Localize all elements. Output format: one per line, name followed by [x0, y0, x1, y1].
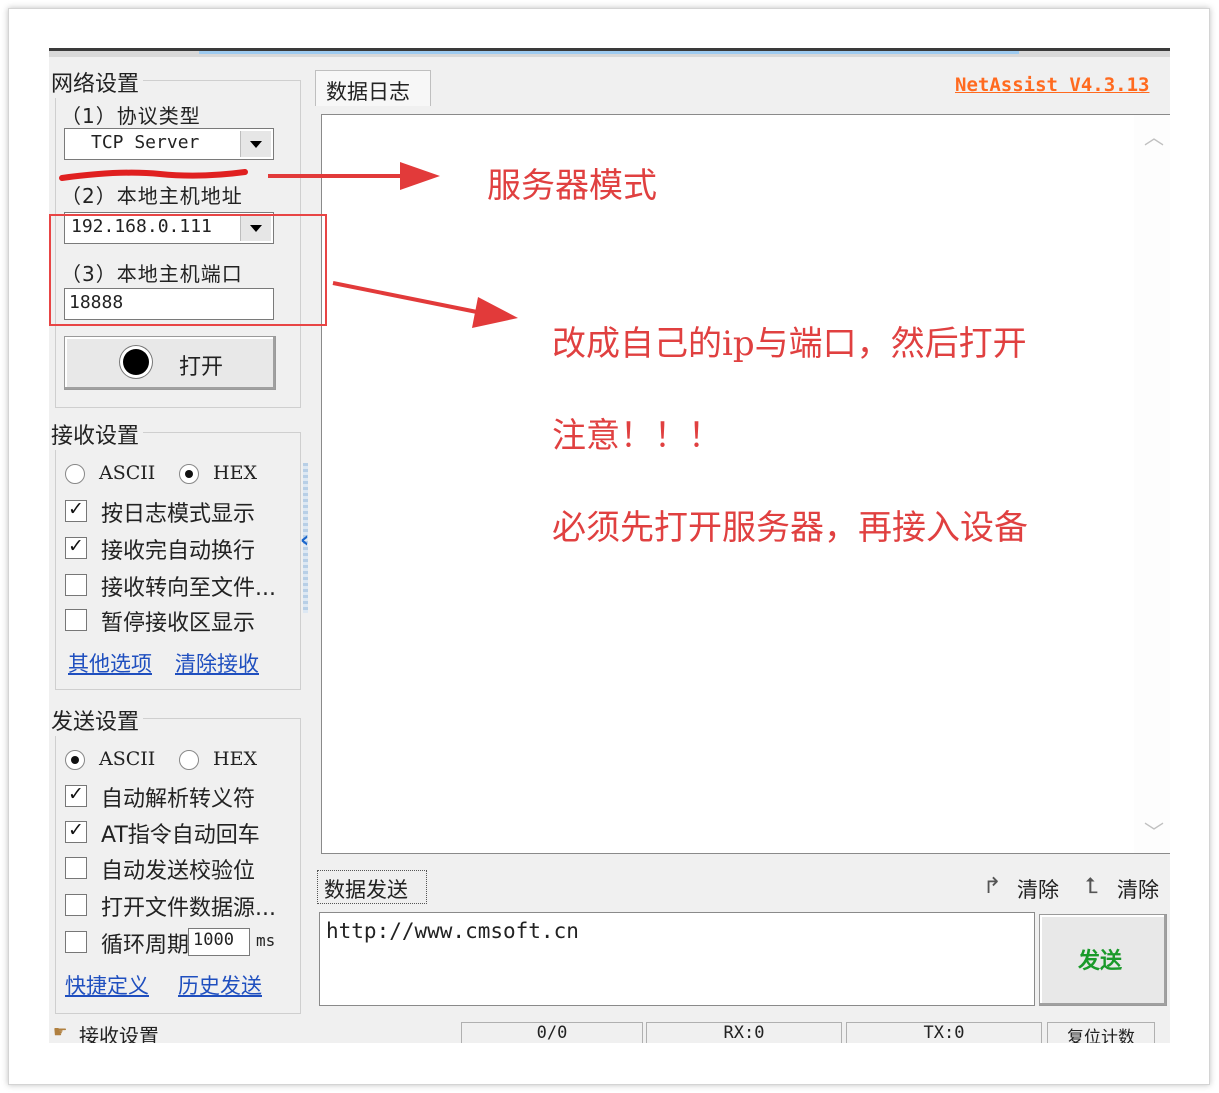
open-button[interactable]: 打开 [64, 336, 276, 390]
clear-send-button[interactable]: 清除 [1017, 874, 1059, 904]
send-ascii-label: ASCII [99, 748, 156, 770]
data-log-area[interactable]: ︿ ﹀ [321, 114, 1170, 854]
auto-newline-label: 接收完自动换行 [101, 539, 256, 564]
network-settings-title: 网络设置 [51, 66, 144, 98]
log-mode-checkbox[interactable] [65, 498, 87, 522]
panel-splitter[interactable]: ‹ [299, 463, 313, 613]
send-ascii-radio[interactable] [65, 750, 85, 770]
annotation-server-mode: 服务器模式 [487, 166, 657, 206]
history-send-link[interactable]: 历史发送 [178, 970, 262, 1000]
clear-receive-link[interactable]: 清除接收 [175, 648, 259, 678]
protocol-select[interactable]: TCP Server [64, 128, 274, 160]
title-bar-accent [199, 51, 1019, 54]
auto-newline-checkbox[interactable] [65, 535, 87, 559]
clear-send-icon[interactable]: ↱ [983, 874, 1001, 899]
pause-display-label: 暂停接收区显示 [101, 611, 256, 636]
protocol-dropdown-button[interactable] [240, 131, 271, 157]
file-source-checkbox[interactable] [65, 894, 87, 916]
at-auto-return-label: AT指令自动回车 [101, 823, 260, 848]
period-unit: ms [256, 931, 276, 950]
reset-count-button[interactable]: 复位计数 [1047, 1022, 1155, 1043]
brand-link[interactable]: NetAssist V4.3.13 [955, 74, 1149, 96]
collapse-left-icon[interactable]: ‹ [300, 528, 309, 553]
protocol-value: TCP Server [91, 132, 200, 153]
tab-data-log-label: 数据日志 [326, 80, 410, 104]
tab-data-send[interactable]: 数据发送 [317, 870, 427, 904]
escape-parse-label: 自动解析转义符 [101, 787, 256, 812]
log-scrollbar[interactable]: ︿ ﹀ [1134, 115, 1170, 853]
status-count: 0/0 [461, 1022, 643, 1043]
send-input[interactable]: http://www.cmsoft.cn [319, 912, 1035, 1006]
annotation-note: 注意！！！ [552, 416, 722, 456]
receive-settings-title: 接收设置 [51, 418, 144, 450]
cycle-period-label: 循环周期 [101, 933, 190, 958]
send-button-label: 发送 [1078, 949, 1123, 974]
redirect-file-label: 接收转向至文件... [101, 576, 276, 601]
clear-send-alt-icon[interactable]: ⮤ [1085, 874, 1098, 899]
tab-data-send-label: 数据发送 [324, 878, 408, 902]
title-bar [49, 48, 1170, 57]
clear-send-alt-button[interactable]: 清除 [1117, 874, 1159, 904]
other-options-link[interactable]: 其他选项 [68, 648, 152, 678]
escape-parse-checkbox[interactable] [65, 783, 87, 807]
scroll-down-icon[interactable]: ﹀ [1144, 816, 1164, 845]
receive-ascii-radio[interactable] [65, 464, 85, 484]
receive-ascii-label: ASCII [99, 462, 156, 484]
scroll-up-icon[interactable]: ︿ [1144, 121, 1164, 150]
status-tx: TX:0 [846, 1022, 1042, 1043]
chevron-down-icon [250, 141, 262, 148]
send-input-value: http://www.cmsoft.cn [326, 919, 579, 943]
status-icon: ☛ [53, 1022, 68, 1041]
send-hex-label: HEX [213, 748, 257, 770]
annotation-change-ip: 改成自己的ip与端口，然后打开 [552, 324, 1027, 364]
log-mode-label: 按日志模式显示 [101, 502, 256, 527]
file-source-label: 打开文件数据源... [101, 896, 276, 921]
status-left-text: 接收设置 [79, 1024, 159, 1043]
auto-checksum-label: 自动发送校验位 [101, 859, 256, 884]
receive-hex-radio[interactable] [179, 464, 199, 484]
pause-display-checkbox[interactable] [65, 609, 87, 631]
protocol-label: （1）协议类型 [61, 104, 201, 128]
period-input[interactable]: 1000 [188, 928, 250, 956]
status-bar: ☛ 接收设置 0/0 RX:0 TX:0 复位计数 [49, 1020, 1170, 1043]
period-value: 1000 [193, 930, 234, 950]
send-settings-title: 发送设置 [51, 704, 144, 736]
open-button-label: 打开 [179, 355, 224, 380]
at-auto-return-checkbox[interactable] [65, 819, 87, 843]
receive-hex-label: HEX [213, 462, 257, 484]
redirect-file-checkbox[interactable] [65, 574, 87, 596]
shortcut-define-link[interactable]: 快捷定义 [65, 970, 149, 1000]
ip-port-highlight-box [49, 214, 327, 326]
auto-checksum-checkbox[interactable] [65, 857, 87, 879]
annotation-must-open: 必须先打开服务器，再接入设备 [552, 508, 1028, 548]
status-rx: RX:0 [646, 1022, 842, 1043]
record-icon [123, 349, 149, 375]
cycle-period-checkbox[interactable] [65, 931, 87, 953]
tab-data-log[interactable]: 数据日志 [315, 70, 431, 106]
send-hex-radio[interactable] [179, 750, 199, 770]
host-label: （2）本地主机地址 [61, 184, 243, 208]
send-button[interactable]: 发送 [1039, 914, 1167, 1006]
